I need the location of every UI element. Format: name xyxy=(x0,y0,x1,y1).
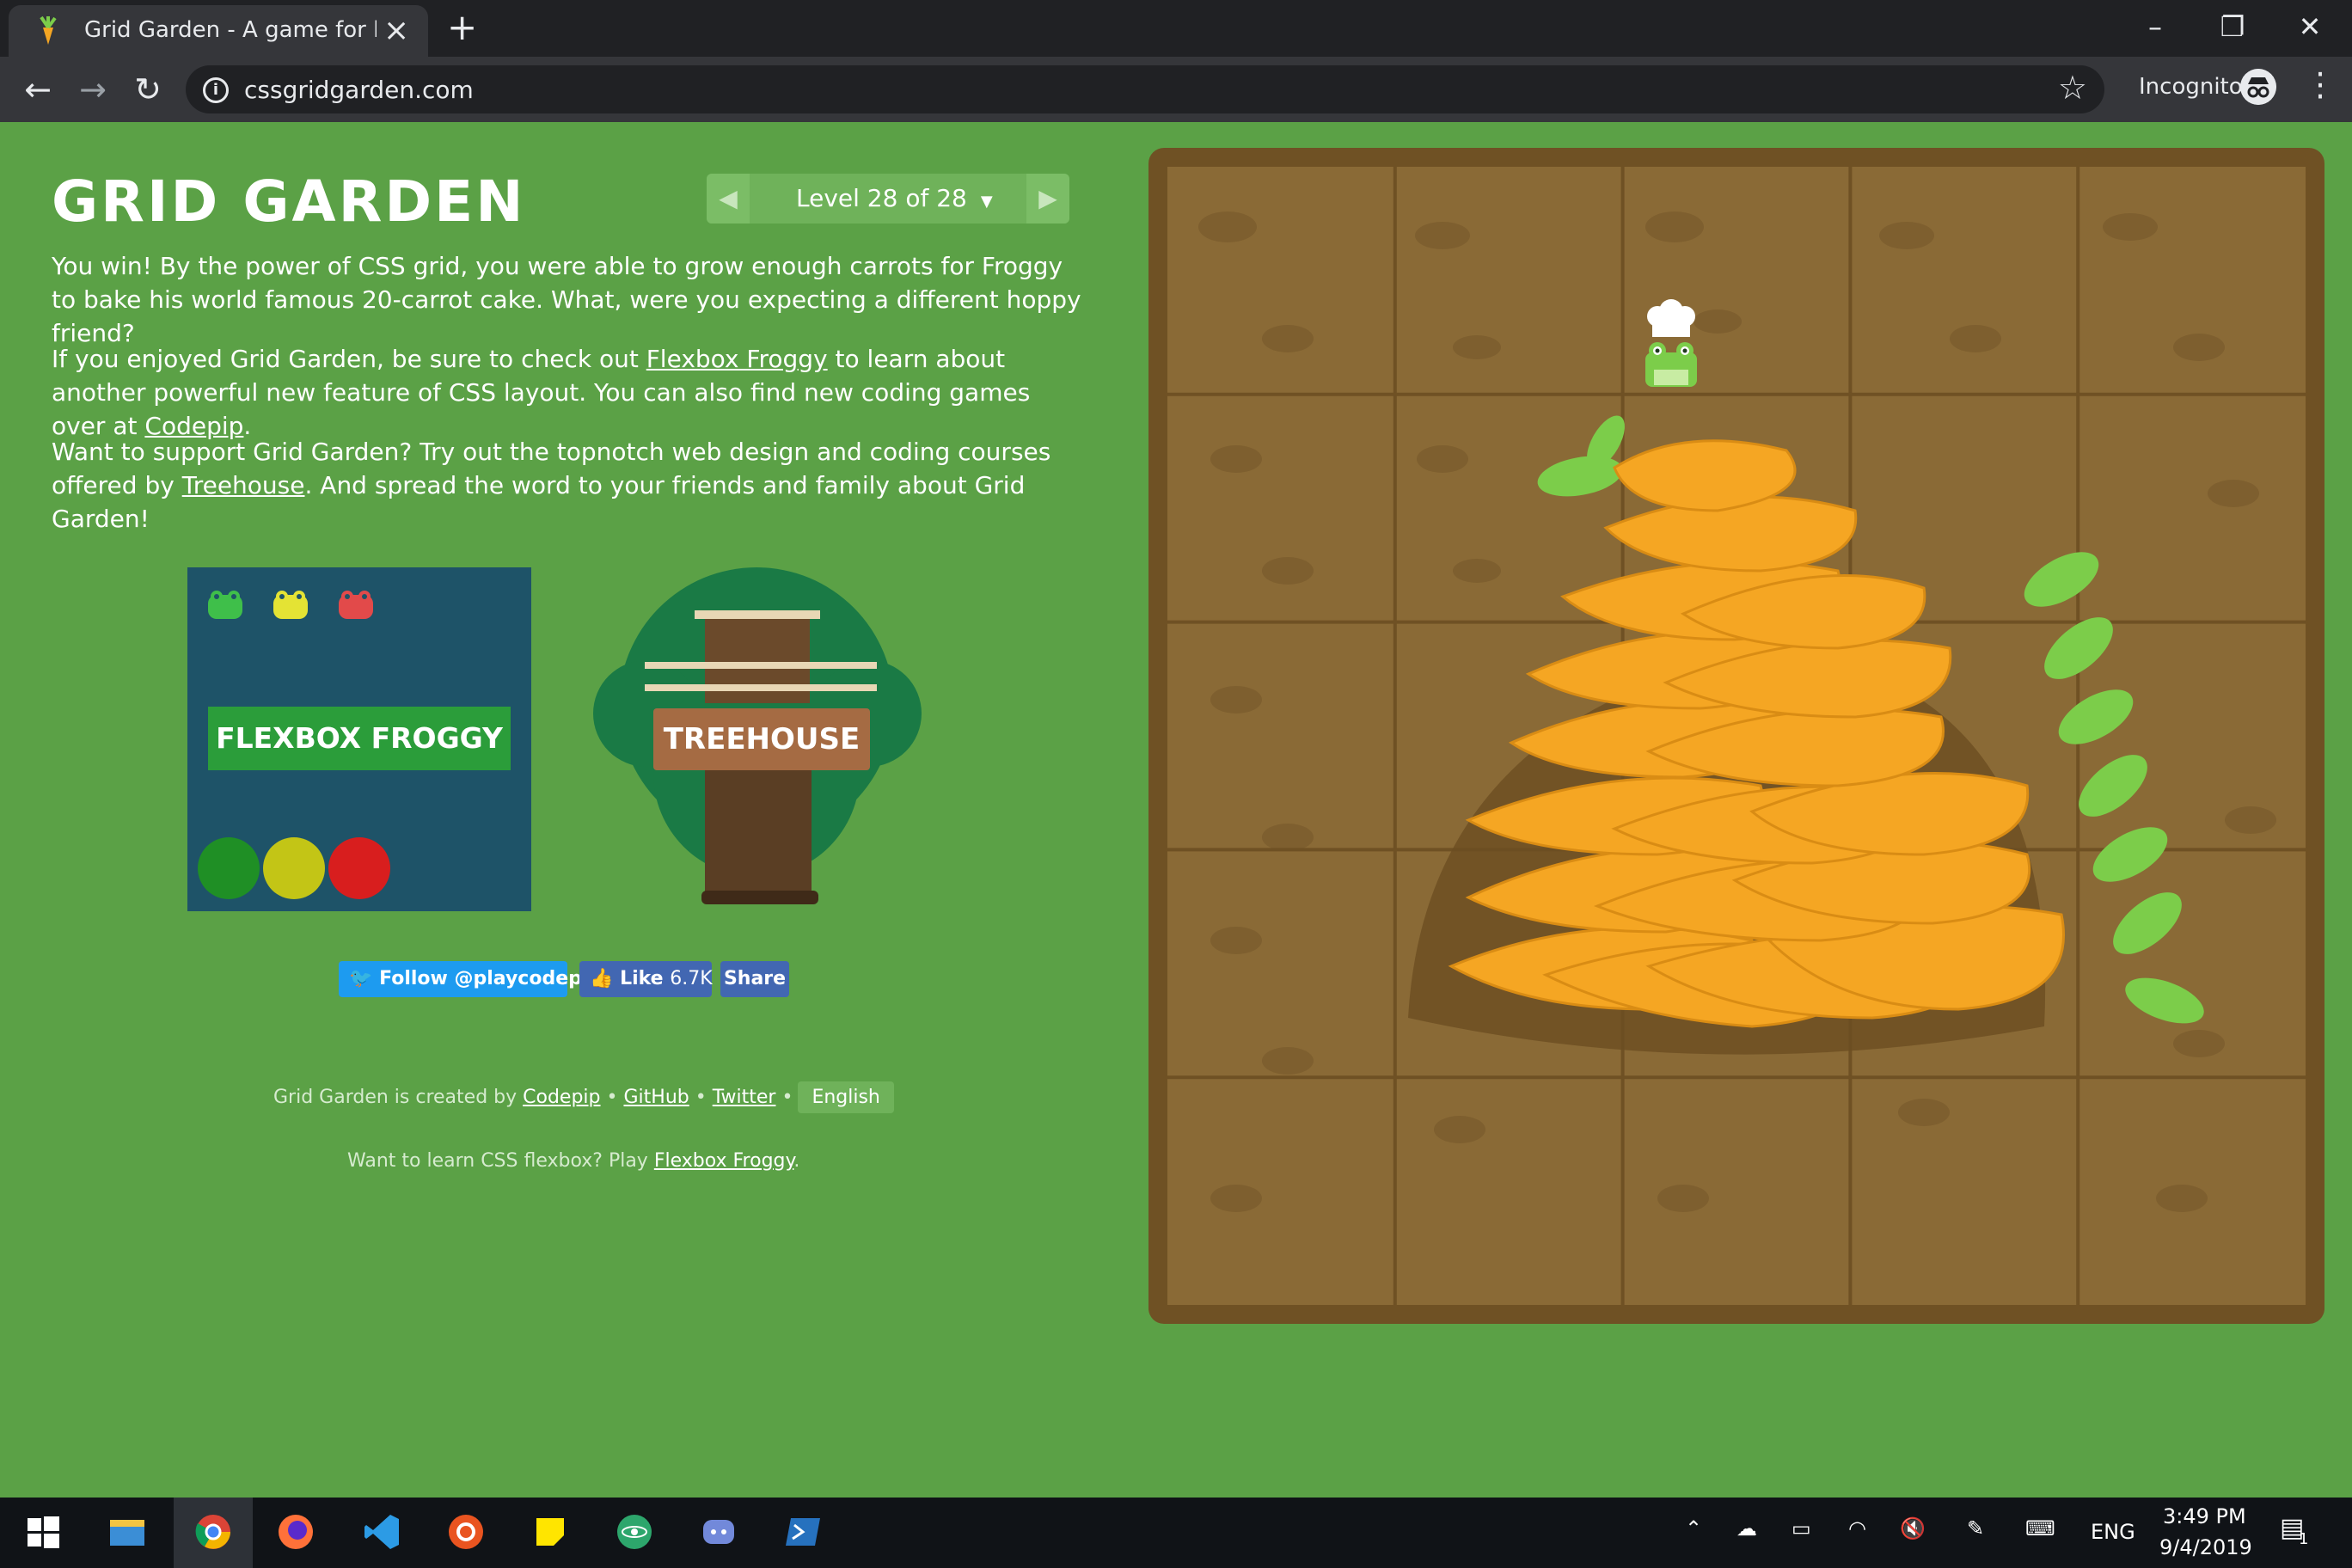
para2-text-1: If you enjoyed Grid Garden, be sure to c… xyxy=(52,345,646,373)
next-level-arrow-icon[interactable]: ▶ xyxy=(1026,174,1069,224)
battery-icon[interactable]: ▭ xyxy=(1792,1516,1811,1540)
clock-date[interactable]: 9/4/2019 xyxy=(2159,1535,2252,1559)
onedrive-icon[interactable]: ☁ xyxy=(1736,1516,1757,1540)
support-paragraph: Want to support Grid Garden? Try out the… xyxy=(52,435,1083,536)
notification-count: 1 xyxy=(2299,1530,2309,1548)
language-indicator[interactable]: ENG xyxy=(2091,1520,2135,1544)
twitter-bird-icon: 🐦 xyxy=(349,968,380,989)
like-count: 6.7K xyxy=(670,968,713,989)
vscode-icon[interactable] xyxy=(361,1511,402,1553)
powershell-icon[interactable] xyxy=(782,1511,824,1553)
win-message: You win! By the power of CSS grid, you w… xyxy=(52,252,1081,347)
twitter-follow-button[interactable]: 🐦 Follow @playcodepip xyxy=(339,961,602,997)
separator: • xyxy=(781,1087,793,1108)
created-by-text: Grid Garden is created by xyxy=(273,1087,524,1108)
tab-title: Grid Garden - A game for learning CSS gr… xyxy=(84,17,377,43)
treehouse-banner[interactable]: TREEHOUSE xyxy=(653,708,870,770)
flexbox-froggy-banner: FLEXBOX FROGGY xyxy=(208,707,511,770)
previous-level-arrow-icon[interactable]: ◀ xyxy=(707,174,750,224)
chrome-icon[interactable] xyxy=(193,1511,234,1553)
github-link[interactable]: GitHub xyxy=(623,1087,689,1108)
discord-icon[interactable] xyxy=(698,1511,739,1553)
incognito-label: Incognito xyxy=(2139,74,2243,100)
reload-icon[interactable]: ↻ xyxy=(126,67,170,112)
file-explorer-icon[interactable] xyxy=(107,1511,148,1553)
browser-toolbar: ← → ↻ i cssgridgarden.com ☆ Incognito ⋮ xyxy=(0,57,2352,122)
separator: • xyxy=(695,1087,707,1108)
level-indicator[interactable]: Level 28 of 28 ▼ xyxy=(796,184,993,212)
keyboard-icon[interactable]: ⌨ xyxy=(2025,1516,2055,1540)
flexbox-prompt-text: Want to learn CSS flexbox? Play xyxy=(347,1150,654,1172)
windows-taskbar: ⌃ ☁ ▭ ◠ 🔇 ✎ ⌨ ENG 3:49 PM 9/4/2019 ▤ 1 xyxy=(0,1498,2352,1568)
ubuntu-icon[interactable] xyxy=(445,1511,487,1553)
flexbox-froggy-link[interactable]: Flexbox Froggy xyxy=(646,345,828,373)
restore-icon[interactable]: ❐ xyxy=(2194,5,2271,48)
dropdown-caret-icon: ▼ xyxy=(980,193,993,211)
tab-close-icon[interactable]: × xyxy=(383,12,409,50)
browser-tab-strip: Grid Garden - A game for learning CSS gr… xyxy=(0,0,2352,57)
pen-icon[interactable]: ✎ xyxy=(1967,1516,1984,1540)
browser-tab[interactable]: Grid Garden - A game for learning CSS gr… xyxy=(9,5,428,57)
tray-expand-icon[interactable]: ⌃ xyxy=(1685,1516,1702,1540)
language-selector[interactable]: English xyxy=(798,1081,894,1113)
back-arrow-icon[interactable]: ← xyxy=(15,67,60,112)
flexbox-prompt-end: . xyxy=(793,1150,800,1172)
incognito-icon[interactable] xyxy=(2240,69,2276,105)
level-label: Level 28 of 28 xyxy=(796,184,967,212)
address-bar[interactable]: i cssgridgarden.com ☆ xyxy=(186,65,2104,113)
garden-grid xyxy=(1167,167,2306,1305)
site-info-icon[interactable]: i xyxy=(203,77,229,103)
twitter-link[interactable]: Twitter xyxy=(713,1087,776,1108)
credits-line: Grid Garden is created by Codepip • GitH… xyxy=(273,1081,894,1113)
atom-icon[interactable] xyxy=(614,1511,655,1553)
flexbox-prompt: Want to learn CSS flexbox? Play Flexbox … xyxy=(347,1150,799,1172)
url-text: cssgridgarden.com xyxy=(244,76,474,104)
facebook-like-button[interactable]: 👍 Like 6.7K xyxy=(579,961,713,997)
treehouse-link[interactable]: Treehouse xyxy=(182,471,305,499)
like-label: Like xyxy=(620,968,664,989)
forward-arrow-icon[interactable]: → xyxy=(70,67,115,112)
facebook-share-button[interactable]: Share xyxy=(720,961,789,997)
carrot-favicon-icon xyxy=(40,15,57,45)
garden-board xyxy=(1148,148,2324,1324)
page-title: GRID GARDEN xyxy=(52,168,526,235)
footer-flexbox-froggy-link[interactable]: Flexbox Froggy xyxy=(654,1150,794,1172)
separator: • xyxy=(606,1087,618,1108)
new-tab-plus-icon[interactable]: + xyxy=(447,9,477,46)
wifi-icon[interactable]: ◠ xyxy=(1848,1516,1866,1540)
twitter-follow-label: Follow @playcodepip xyxy=(379,968,603,989)
flexbox-froggy-promo[interactable]: FLEXBOX FROGGY xyxy=(187,567,531,911)
minimize-icon[interactable]: – xyxy=(2116,5,2194,48)
firefox-icon[interactable] xyxy=(275,1511,316,1553)
thumbs-up-icon: 👍 xyxy=(590,968,621,989)
sticky-notes-icon[interactable] xyxy=(530,1511,571,1553)
close-window-icon[interactable]: ✕ xyxy=(2271,5,2349,48)
windows-start-icon[interactable] xyxy=(22,1511,64,1553)
check-out-paragraph: If you enjoyed Grid Garden, be sure to c… xyxy=(52,342,1083,443)
level-navigation: ◀ Level 28 of 28 ▼ ▶ xyxy=(707,174,1069,224)
volume-muted-icon[interactable]: 🔇 xyxy=(1900,1516,1926,1540)
clock-time[interactable]: 3:49 PM xyxy=(2163,1504,2246,1528)
star-icon[interactable]: ☆ xyxy=(2058,69,2087,107)
footer-codepip-link[interactable]: Codepip xyxy=(523,1087,600,1108)
menu-dots-icon[interactable]: ⋮ xyxy=(2304,65,2337,103)
